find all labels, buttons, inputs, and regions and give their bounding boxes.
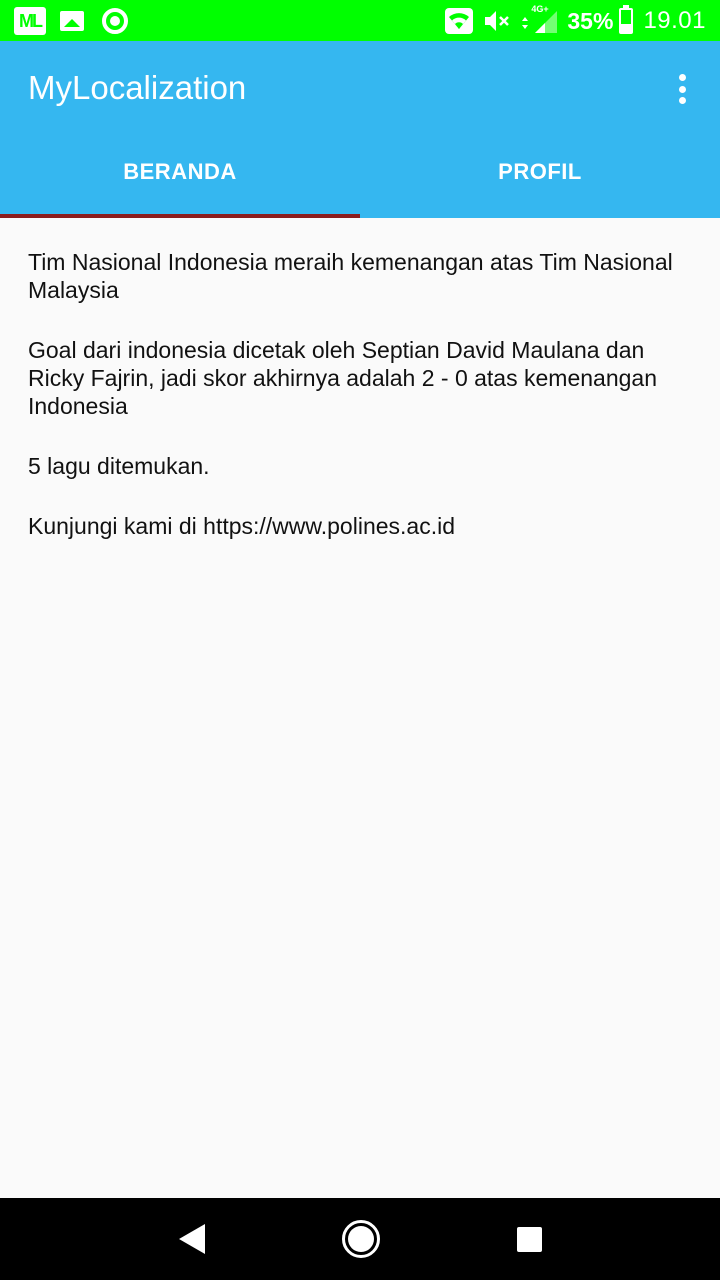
wifi-icon	[445, 8, 474, 34]
tab-profil[interactable]: PROFIL	[360, 132, 720, 218]
home-icon[interactable]	[341, 1220, 380, 1258]
image-icon	[60, 11, 84, 31]
app-bar: MyLocalization BERANDA PROFIL	[0, 41, 720, 218]
more-vert-icon[interactable]	[670, 71, 694, 107]
recents-icon[interactable]	[516, 1226, 542, 1252]
news-body: Goal dari indonesia dicetak oleh Septian…	[28, 337, 657, 419]
visit-us-text: Kunjungi kami di https://www.polines.ac.…	[28, 513, 455, 539]
network-4g-icon: 4G+	[521, 4, 559, 35]
app-title: MyLocalization	[28, 69, 247, 106]
network-label: 4G+	[531, 4, 549, 14]
navigation-bar	[0, 1198, 720, 1280]
ml-app-icon: ML	[14, 7, 46, 35]
circle-icon	[102, 8, 128, 34]
tab-label: PROFIL	[498, 159, 582, 184]
status-bar: ML 4G+ 35% 19.01	[0, 0, 720, 41]
back-icon[interactable]	[178, 1224, 205, 1254]
battery-percent: 35%	[567, 7, 614, 34]
clock: 19.01	[643, 7, 706, 34]
battery-icon	[619, 5, 634, 34]
status-right-icons: 4G+ 35% 19.01	[445, 4, 706, 38]
screen: ML 4G+ 35% 19.01 MyLocalization BERANDA …	[0, 0, 720, 1280]
status-left-icons: ML	[14, 6, 128, 36]
tab-bar: BERANDA PROFIL	[0, 132, 720, 218]
mute-icon	[483, 9, 513, 33]
battery-level-fill	[621, 24, 632, 32]
news-headline: Tim Nasional Indonesia meraih kemenangan…	[28, 249, 673, 303]
tab-label: BERANDA	[123, 159, 237, 184]
main-content: Tim Nasional Indonesia meraih kemenangan…	[28, 248, 698, 572]
tab-beranda[interactable]: BERANDA	[0, 132, 360, 218]
songs-found-text: 5 lagu ditemukan.	[28, 453, 210, 479]
